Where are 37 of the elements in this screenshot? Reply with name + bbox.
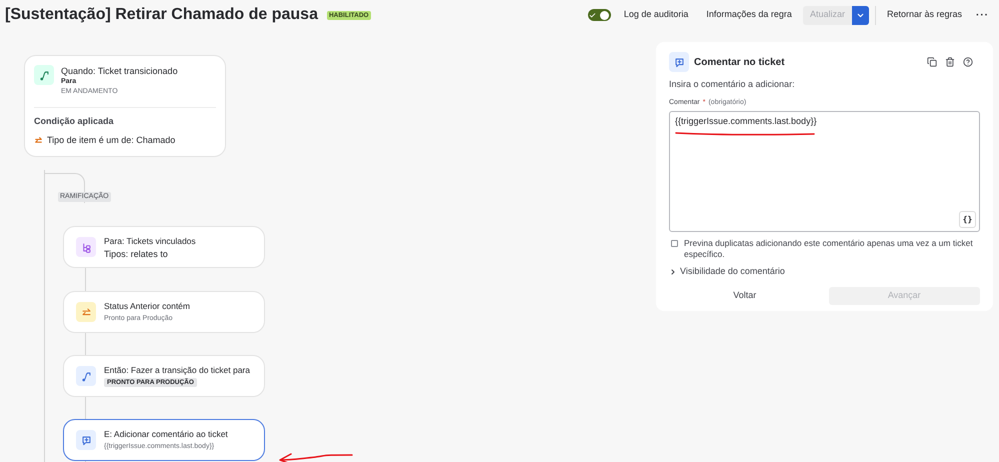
copy-icon[interactable] bbox=[927, 57, 937, 67]
dropdown-button[interactable] bbox=[852, 6, 869, 24]
checkbox[interactable] bbox=[671, 240, 678, 247]
header-link[interactable]: Log de auditoria bbox=[624, 8, 688, 22]
check-icon bbox=[589, 12, 596, 18]
back-to-rules-link[interactable]: Retornar às regras bbox=[886, 8, 962, 22]
help-icon[interactable] bbox=[963, 57, 973, 67]
comment-icon bbox=[669, 52, 689, 72]
back-button[interactable]: Voltar bbox=[669, 286, 820, 304]
checkbox-label: Previna duplicatas adicionando este comentário apenas uma vez a um ticket específico. bbox=[684, 238, 974, 260]
visibility-expander[interactable]: Visibilidade do comentário bbox=[669, 265, 785, 278]
rule-step-card[interactable]: Para: Tickets vinculados Tipos: relates to bbox=[63, 226, 265, 268]
chevron-right-icon bbox=[669, 268, 677, 276]
trigger-title: Quando: Ticket transicionado bbox=[61, 65, 178, 77]
rule-title: [Sustentação] Retirar Chamado de pausa bbox=[5, 5, 318, 25]
comment-icon bbox=[76, 430, 96, 450]
smart-value-button[interactable]: {} bbox=[959, 211, 976, 228]
comment-field[interactable]: {{triggerIssue.comments.last.body}} {} bbox=[669, 111, 980, 232]
transition-icon bbox=[76, 366, 96, 386]
header-link[interactable]: Informações da regra bbox=[706, 8, 792, 22]
step-subtitle: Tipos: relates to bbox=[104, 248, 169, 258]
more-button[interactable]: ··· bbox=[976, 8, 989, 22]
condition-heading: Condição aplicada bbox=[34, 115, 115, 128]
trash-icon[interactable] bbox=[945, 57, 955, 67]
enable-toggle[interactable] bbox=[588, 9, 611, 21]
swap-arrows-icon bbox=[34, 136, 43, 145]
step-title: Então: Fazer a transição do ticket para bbox=[104, 365, 250, 376]
swap-arrows-icon bbox=[76, 302, 96, 322]
hierarchy-icon bbox=[76, 237, 96, 257]
step-title: Status Anterior contém bbox=[104, 300, 190, 312]
condition-text: Tipo de item é um de: Chamado bbox=[47, 134, 176, 147]
step-title: Para: Tickets vinculados bbox=[104, 236, 196, 246]
panel-title: Comentar no ticket bbox=[694, 56, 785, 70]
transition-icon bbox=[34, 65, 54, 85]
panel-prompt: Insira o comentário a adicionar: bbox=[669, 78, 796, 91]
toggle-knob bbox=[600, 10, 610, 20]
step-title: E: Adicionar comentário ao ticket bbox=[104, 428, 228, 440]
